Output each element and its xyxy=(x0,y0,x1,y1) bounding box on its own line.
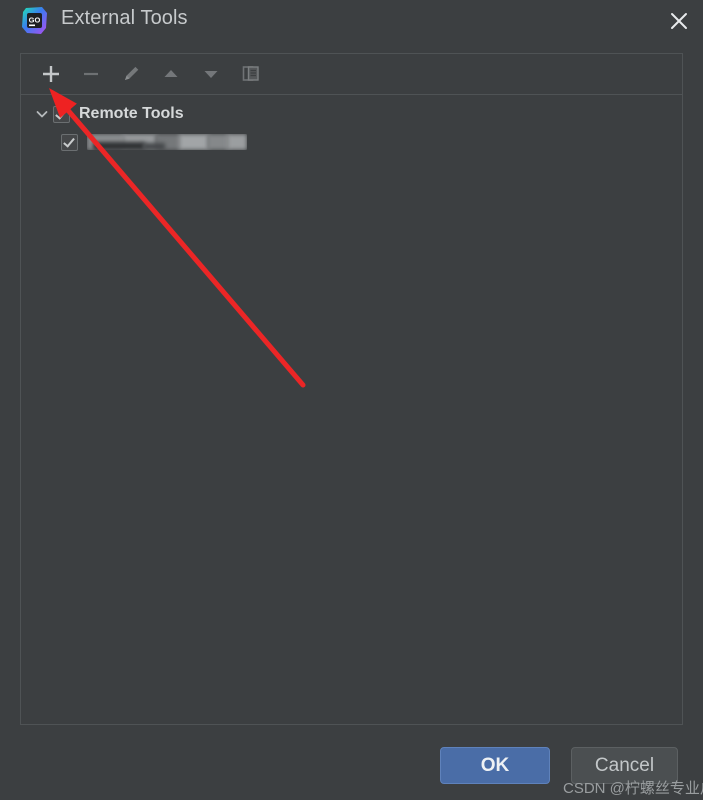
tools-list-panel: Remote Tools xyxy=(20,53,683,725)
page-title: External Tools xyxy=(61,7,188,29)
dialog-titlebar: GO External Tools xyxy=(0,0,703,42)
tools-toolbar xyxy=(21,54,682,95)
ok-button[interactable]: OK xyxy=(440,747,550,784)
svg-text:GO: GO xyxy=(29,16,41,25)
edit-button[interactable] xyxy=(111,55,151,93)
remove-button[interactable] xyxy=(71,55,111,93)
plus-icon xyxy=(40,63,62,85)
copy-icon xyxy=(240,63,262,85)
pencil-icon xyxy=(120,63,142,85)
minus-icon xyxy=(80,63,102,85)
move-up-button[interactable] xyxy=(151,55,191,93)
tree-group-remote-tools[interactable]: Remote Tools xyxy=(21,100,682,128)
goland-icon: GO xyxy=(21,6,48,35)
add-button[interactable] xyxy=(31,55,71,93)
close-button[interactable] xyxy=(655,0,703,42)
tree-item-redacted[interactable] xyxy=(21,128,682,156)
move-down-button[interactable] xyxy=(191,55,231,93)
chevron-down-icon[interactable] xyxy=(31,100,53,128)
csdn-watermark: CSDN @柠螺丝专业户 xyxy=(563,780,703,797)
tree-group-checkbox[interactable] xyxy=(53,105,70,123)
external-tools-dialog: GO External Tools Remote Tools OK Cancel… xyxy=(0,0,703,800)
tree-group-label: Remote Tools xyxy=(79,105,184,122)
tree-item-checkbox[interactable] xyxy=(61,133,78,151)
close-icon xyxy=(668,10,690,32)
tools-tree: Remote Tools xyxy=(21,95,682,156)
tree-item-label-redacted xyxy=(87,134,247,150)
copy-button[interactable] xyxy=(231,55,271,93)
triangle-up-icon xyxy=(160,63,182,85)
triangle-down-icon xyxy=(200,63,222,85)
